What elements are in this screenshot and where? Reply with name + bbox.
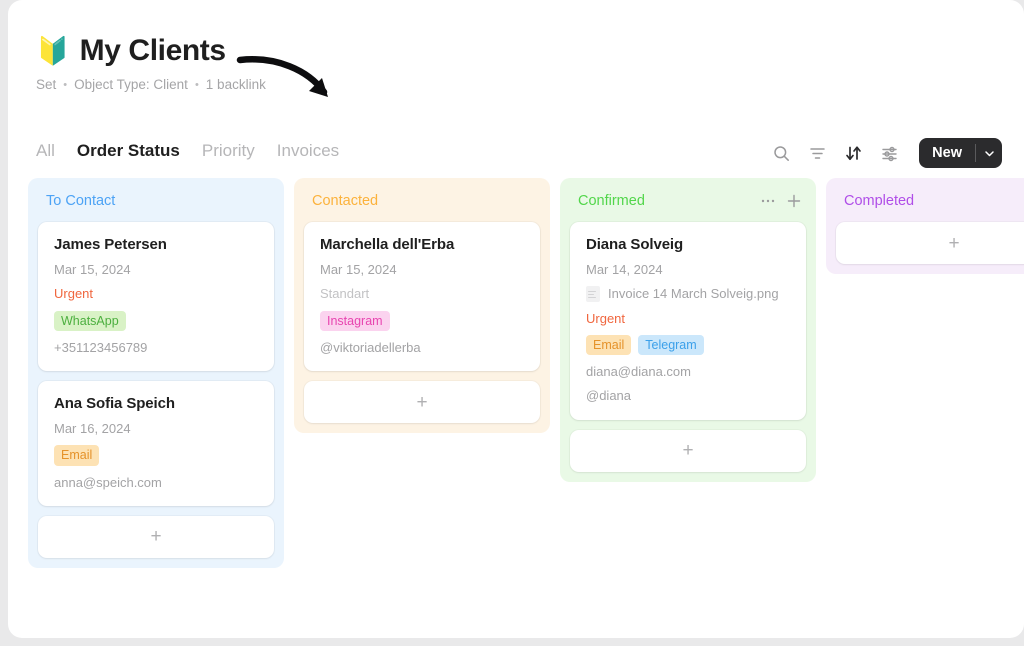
card-date: Mar 15, 2024: [320, 262, 524, 278]
tag-email[interactable]: Email: [54, 445, 99, 465]
card-contact: diana@diana.com: [586, 364, 790, 380]
file-icon: [586, 286, 600, 302]
column-title: Completed: [844, 193, 1024, 209]
sort-icon[interactable]: [843, 143, 863, 163]
view-tabs: All Order Status Priority Invoices: [36, 141, 339, 161]
tab-all[interactable]: All: [36, 141, 55, 161]
card-title: Ana Sofia Speich: [54, 395, 258, 412]
card-date: Mar 16, 2024: [54, 421, 258, 437]
more-horizontal-icon[interactable]: [760, 193, 776, 209]
card-contact: @diana: [586, 388, 790, 404]
column-title: Contacted: [312, 193, 536, 209]
title-row: 🔰 My Clients: [36, 34, 266, 68]
breadcrumb-separator: •: [63, 79, 67, 91]
plus-icon: +: [416, 393, 427, 412]
card-tags: WhatsApp: [54, 311, 258, 331]
tab-invoices[interactable]: Invoices: [277, 141, 339, 161]
card-date: Mar 15, 2024: [54, 262, 258, 278]
card-attachment[interactable]: Invoice 14 March Solveig.png: [586, 286, 790, 302]
card-tags: Email Telegram: [586, 335, 790, 355]
filter-icon[interactable]: [807, 143, 827, 163]
board-toolbar: New: [771, 138, 1002, 168]
plus-icon: +: [150, 527, 161, 546]
add-card-button[interactable]: +: [836, 222, 1024, 264]
plus-icon[interactable]: [786, 193, 802, 209]
plus-icon: +: [948, 234, 959, 253]
kanban-column-completed: Completed +: [826, 178, 1024, 274]
new-button-label: New: [919, 138, 975, 168]
add-card-button[interactable]: +: [570, 430, 806, 472]
tag-whatsapp[interactable]: WhatsApp: [54, 311, 126, 331]
settings-sliders-icon[interactable]: [879, 143, 899, 163]
tag-instagram[interactable]: Instagram: [320, 311, 390, 331]
column-title: To Contact: [46, 193, 270, 209]
breadcrumb-separator-2: •: [195, 79, 199, 91]
kanban-column-contacted: Contacted Marchella dell'Erba Mar 15, 20…: [294, 178, 550, 433]
app-window: 🔰 My Clients Set • Object Type: Client •…: [8, 0, 1024, 638]
breadcrumb: Set • Object Type: Client • 1 backlink: [36, 77, 266, 92]
tag-email[interactable]: Email: [586, 335, 631, 355]
chevron-down-icon[interactable]: [976, 138, 1002, 168]
card-tags: Email: [54, 445, 258, 465]
plus-icon: +: [682, 441, 693, 460]
kanban-board: To Contact James Petersen Mar 15, 2024 U…: [28, 178, 1024, 638]
card-title: James Petersen: [54, 236, 258, 253]
add-card-button[interactable]: +: [304, 381, 540, 423]
card-priority: Urgent: [54, 286, 258, 302]
column-header: To Contact: [38, 188, 274, 214]
breadcrumb-object-type[interactable]: Object Type: Client: [74, 77, 188, 92]
kanban-card[interactable]: James Petersen Mar 15, 2024 Urgent Whats…: [38, 222, 274, 371]
kanban-card[interactable]: Diana Solveig Mar 14, 2024 Invoice 14 Ma…: [570, 222, 806, 420]
tab-priority[interactable]: Priority: [202, 141, 255, 161]
column-title: Confirmed: [578, 193, 760, 209]
search-icon[interactable]: [771, 143, 791, 163]
column-header: Confirmed: [570, 188, 806, 214]
column-actions: [760, 193, 802, 209]
column-header: Completed: [836, 188, 1024, 214]
kanban-card[interactable]: Marchella dell'Erba Mar 15, 2024 Standar…: [304, 222, 540, 371]
tag-telegram[interactable]: Telegram: [638, 335, 703, 355]
card-contact: @viktoriadellerba: [320, 340, 524, 356]
card-title: Marchella dell'Erba: [320, 236, 524, 253]
kanban-card[interactable]: Ana Sofia Speich Mar 16, 2024 Email anna…: [38, 381, 274, 506]
new-button[interactable]: New: [919, 138, 1002, 168]
card-contact: anna@speich.com: [54, 475, 258, 491]
kanban-column-confirmed: Confirmed Diana Solveig Mar 14, 2024 Inv…: [560, 178, 816, 482]
page-title: My Clients: [80, 34, 226, 68]
set-emoji-icon: 🔰: [36, 38, 70, 65]
column-header: Contacted: [304, 188, 540, 214]
add-card-button[interactable]: +: [38, 516, 274, 558]
card-priority: Urgent: [586, 311, 790, 327]
breadcrumb-backlinks[interactable]: 1 backlink: [206, 77, 266, 92]
breadcrumb-type: Set: [36, 77, 56, 92]
tab-order-status[interactable]: Order Status: [77, 141, 180, 161]
card-status: Standart: [320, 286, 524, 302]
card-date: Mar 14, 2024: [586, 262, 790, 278]
kanban-column-to-contact: To Contact James Petersen Mar 15, 2024 U…: [28, 178, 284, 568]
card-attachment-name: Invoice 14 March Solveig.png: [608, 286, 779, 302]
card-contact: +351123456789: [54, 340, 258, 356]
card-title: Diana Solveig: [586, 236, 790, 253]
page-header: 🔰 My Clients Set • Object Type: Client •…: [36, 34, 266, 92]
card-tags: Instagram: [320, 311, 524, 331]
